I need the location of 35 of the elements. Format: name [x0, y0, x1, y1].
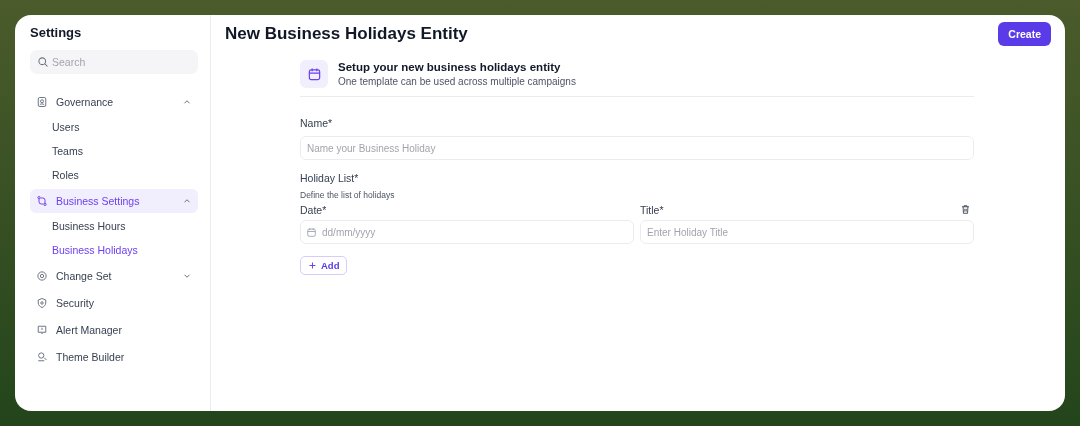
nav-item[interactable]: Business Settings — [30, 188, 198, 213]
create-button[interactable]: Create — [998, 22, 1051, 46]
plus-icon — [308, 261, 317, 270]
nav-subitem[interactable]: Business Hours — [30, 214, 198, 238]
nav-icon — [36, 269, 48, 282]
nav-icon — [36, 323, 48, 336]
trash-icon[interactable] — [960, 204, 971, 215]
sidebar-title: Settings — [30, 25, 83, 40]
section-heading: Setup your new business holidays entity — [338, 61, 562, 73]
nav-icon — [36, 194, 48, 207]
nav-subitem[interactable]: Users — [30, 115, 198, 139]
nav-icon — [36, 296, 48, 309]
page-title: New Business Holidays Entity — [225, 24, 468, 44]
field-label: Holiday List* — [300, 172, 360, 184]
nav-item[interactable]: Alert Manager — [30, 317, 198, 342]
field-label: Name* — [300, 117, 334, 129]
name-field[interactable]: Name your Business Holiday — [300, 136, 974, 160]
field-label: Title* — [640, 204, 664, 216]
nav-item[interactable]: Change Set — [30, 263, 198, 288]
section-subheading: One template can be used across multiple campaigns — [338, 76, 576, 87]
field-label: Date* — [300, 204, 328, 216]
nav-subitem[interactable]: Roles — [30, 163, 198, 187]
nav-item[interactable]: Theme Builder — [30, 344, 198, 369]
search-field[interactable]: Search — [30, 50, 198, 74]
title-field[interactable]: Enter Holiday Title — [640, 220, 974, 244]
field-hint: Define the list of holidays — [300, 190, 396, 200]
nav-icon — [36, 350, 48, 363]
date-field[interactable]: dd/mm/yyyy — [300, 220, 634, 244]
add-button[interactable]: Add — [300, 256, 348, 275]
nav-item[interactable]: Governance — [30, 89, 198, 114]
calendar-icon — [300, 60, 328, 88]
nav-subitem[interactable]: Teams — [30, 139, 198, 163]
nav-subitem[interactable]: Business Holidays — [30, 238, 198, 262]
nav-item[interactable]: Security — [30, 290, 198, 315]
nav-icon — [36, 95, 48, 108]
